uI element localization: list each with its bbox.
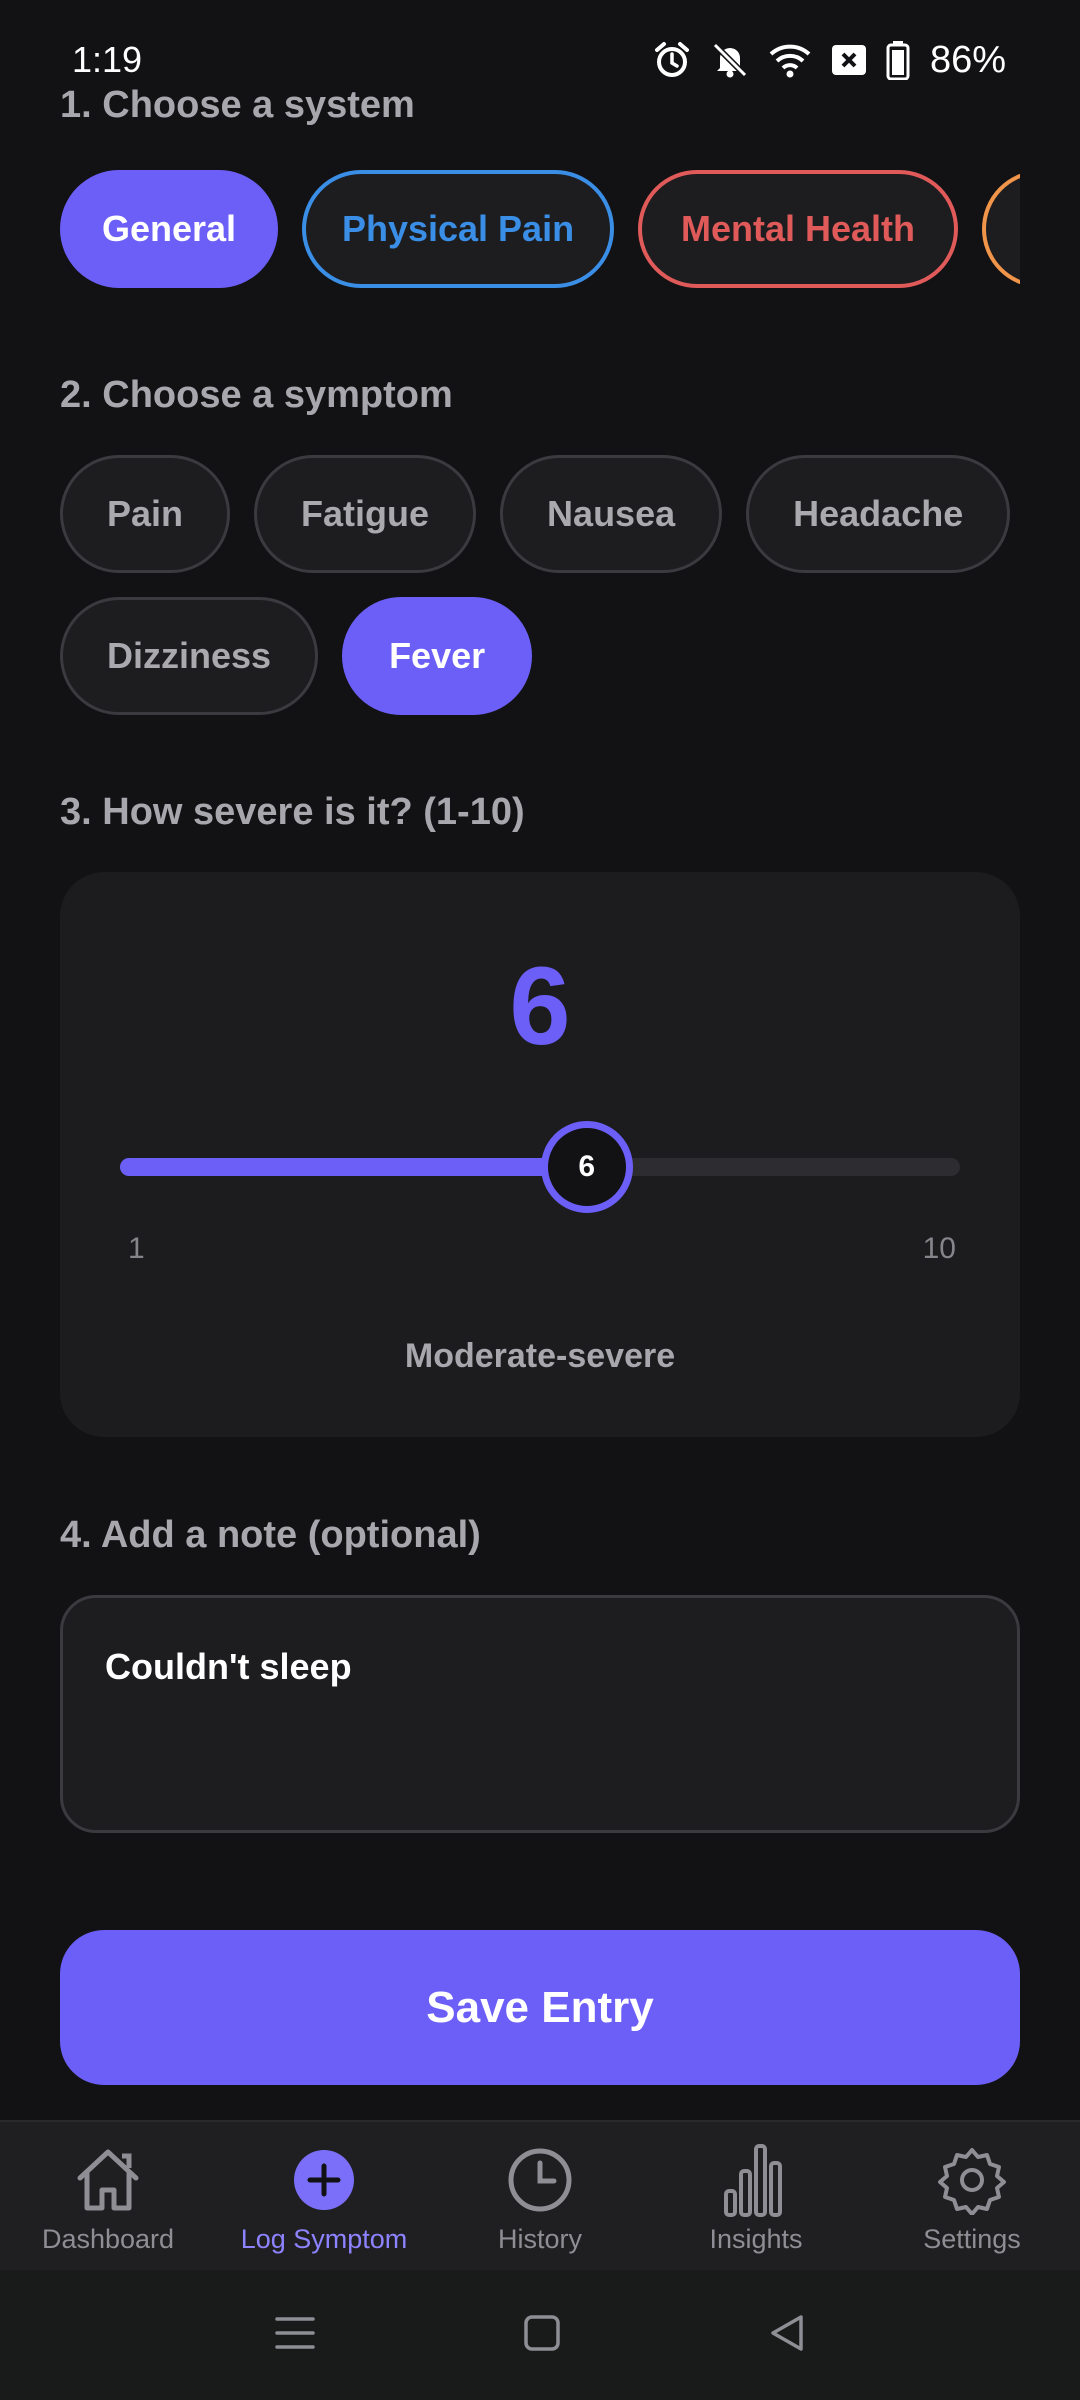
wifi-icon xyxy=(768,40,812,80)
severity-max-label: 10 xyxy=(922,1232,956,1265)
nav-item-dashboard[interactable]: Dashboard xyxy=(0,2122,216,2272)
nav-label-history: History xyxy=(497,2224,582,2254)
nav-label-settings: Settings xyxy=(923,2224,1021,2254)
system-navigation-bar xyxy=(0,2270,1080,2400)
symptom-chip-fatigue[interactable]: Fatigue xyxy=(254,455,477,573)
plus-circle-icon xyxy=(292,2142,356,2218)
symptom-chip-row-1: Pain Fatigue Nausea Headache xyxy=(60,455,1011,573)
back-icon[interactable] xyxy=(767,2313,807,2358)
symptom-chip-row-2: Dizziness Fever xyxy=(60,597,533,715)
symptom-chip-dizziness[interactable]: Dizziness xyxy=(60,597,319,715)
nav-label-insights: Insights xyxy=(709,2224,803,2254)
nav-item-settings[interactable]: Settings xyxy=(864,2122,1080,2272)
system-chip-mental-health[interactable]: Mental Health xyxy=(638,170,958,288)
nav-label-log-symptom: Log Symptom xyxy=(240,2224,408,2254)
symptom-chip-headache[interactable]: Headache xyxy=(746,455,1011,573)
symptom-chip-nausea[interactable]: Nausea xyxy=(500,455,723,573)
severity-value: 6 xyxy=(509,945,571,1068)
severity-card: 6 6 1 10 Moderate-severe xyxy=(60,872,1020,1437)
status-icons: 86% xyxy=(652,39,1006,82)
gear-icon xyxy=(937,2142,1007,2218)
bar-chart-icon xyxy=(723,2142,789,2218)
system-chip-row[interactable]: General Physical Pain Mental Health xyxy=(60,170,1020,290)
bottom-nav: Dashboard Log Symptom History Insights S… xyxy=(0,2120,1080,2270)
nav-item-insights[interactable]: Insights xyxy=(648,2122,864,2272)
save-entry-button[interactable]: Save Entry xyxy=(60,1930,1020,2085)
battery-percentage: 86% xyxy=(929,38,1006,81)
system-chip-partial[interactable] xyxy=(982,170,1020,288)
severity-description: Moderate-severe xyxy=(404,1337,676,1375)
no-sim-icon xyxy=(830,41,868,79)
system-chip-physical-pain[interactable]: Physical Pain xyxy=(302,170,614,288)
nav-item-log-symptom[interactable]: Log Symptom xyxy=(216,2122,432,2272)
nav-item-history[interactable]: History xyxy=(432,2122,648,2272)
symptom-chip-pain[interactable]: Pain xyxy=(60,455,231,573)
home-icon xyxy=(72,2142,144,2218)
clock-icon xyxy=(507,2142,573,2218)
symptom-chip-fever[interactable]: Fever xyxy=(342,597,533,715)
section-title-severity: 3. How severe is it? (1-10) xyxy=(60,791,525,833)
severity-min-label: 1 xyxy=(128,1232,145,1265)
battery-icon xyxy=(886,40,910,80)
alarm-icon xyxy=(652,40,692,80)
nav-label-dashboard: Dashboard xyxy=(41,2224,175,2254)
recents-icon[interactable] xyxy=(273,2313,317,2358)
section-title-symptom: 2. Choose a symptom xyxy=(60,374,453,416)
notifications-off-icon xyxy=(710,40,750,80)
status-time: 1:19 xyxy=(72,39,143,80)
note-input[interactable]: Couldn't sleep xyxy=(60,1595,1020,1833)
section-title-note: 4. Add a note (optional) xyxy=(60,1514,481,1556)
section-title-system: 1. Choose a system xyxy=(60,84,415,126)
home-button-icon[interactable] xyxy=(522,2313,562,2358)
severity-slider-thumb[interactable]: 6 xyxy=(540,1121,633,1213)
severity-slider-fill xyxy=(120,1158,587,1176)
system-chip-general[interactable]: General xyxy=(60,170,278,288)
